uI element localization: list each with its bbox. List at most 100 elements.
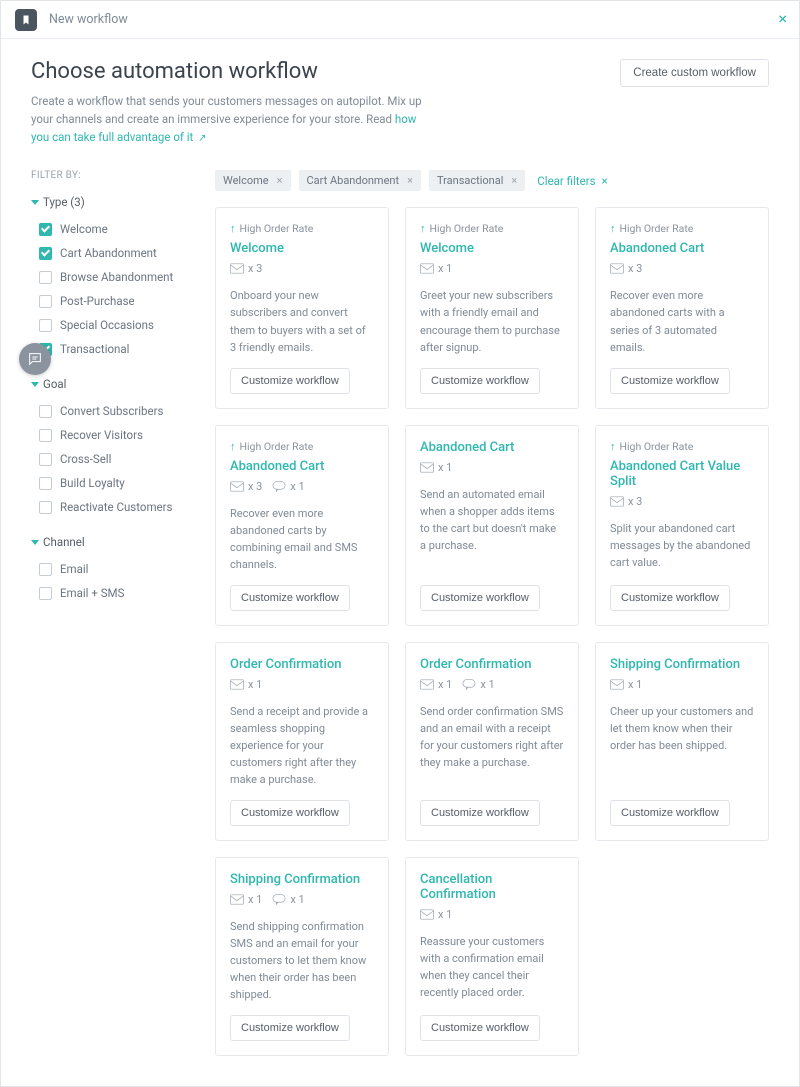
card-meta: x 1 [230,678,374,691]
card-description: Cheer up your customers and let them kno… [610,703,754,788]
envelope-icon [610,263,624,274]
card-description: Split your abandoned cart messages by th… [610,520,754,573]
card-title[interactable]: Abandoned Cart [230,459,374,474]
filter-group-header[interactable]: Goal [31,377,191,391]
filter-item[interactable]: Special Occasions [39,313,191,337]
chip-remove-icon[interactable]: × [407,174,413,187]
card-title[interactable]: Welcome [230,241,374,256]
card-meta: x 3 [610,495,754,508]
card-badge: ↑ High Order Rate [610,222,754,235]
filter-item[interactable]: Email [39,557,191,581]
chip-label: Transactional [437,174,503,187]
card-badge: ↑High Order Rate [230,440,374,453]
customize-workflow-button[interactable]: Customize workflow [610,800,730,826]
card-title[interactable]: Abandoned Cart [610,241,754,256]
envelope-icon [230,481,244,492]
customize-workflow-button[interactable]: Customize workflow [420,585,540,611]
checkbox-icon [39,501,52,514]
filter-chip[interactable]: Cart Abandonment × [299,170,421,191]
card-title[interactable]: Abandoned Cart [420,440,564,455]
workflow-card: ↑High Order RateWelcomex 3Onboard your n… [215,207,389,408]
customize-workflow-button[interactable]: Customize workflow [420,1015,540,1041]
customize-workflow-button[interactable]: Customize workflow [610,585,730,611]
filter-chip[interactable]: Welcome× [215,170,291,191]
filter-item[interactable]: Browse Abandonment [39,265,191,289]
badge-text: High Order Rate [620,222,694,235]
clear-filters-label: Clear filters [537,174,595,188]
checkbox-icon [39,453,52,466]
filter-item-label: Email [60,562,88,576]
workflow-card: Order Confirmationx 1x 1Send order confi… [405,642,579,841]
workflow-card: Cancellation Confirmationx 1Reassure you… [405,857,579,1056]
checkbox-icon [39,295,52,308]
filter-item-label: Convert Subscribers [60,404,163,418]
topbar-title: New workflow [49,12,128,27]
customize-workflow-button[interactable]: Customize workflow [230,800,350,826]
sms-icon [462,679,476,690]
filter-item[interactable]: Post-Purchase [39,289,191,313]
email-count: x 1 [230,893,262,906]
badge-text: High Order Rate [620,440,694,453]
close-icon[interactable]: × [778,11,787,27]
customize-workflow-button[interactable]: Customize workflow [610,368,730,394]
filter-item[interactable]: Recover Visitors [39,423,191,447]
arrow-up-icon: ↑ [610,223,616,234]
card-badge: ↑High Order Rate [230,222,374,235]
create-custom-workflow-button[interactable]: Create custom workflow [620,59,769,87]
topbar: New workflow × [1,1,799,39]
filter-item[interactable]: Reactivate Customers [39,495,191,519]
customize-workflow-button[interactable]: Customize workflow [230,368,350,394]
card-description: Send shipping confirmation SMS and an em… [230,918,374,1003]
email-count: x 1 [610,678,642,691]
workflow-card: Shipping Confirmationx 1x 1Send shipping… [215,857,389,1056]
filter-item-label: Post-Purchase [60,294,135,308]
results-column: Welcome×Cart Abandonment×Transactional×C… [215,170,769,1056]
card-title[interactable]: Welcome [420,241,564,256]
filter-item-label: Cross-Sell [60,452,111,466]
arrow-up-icon: ↑ [230,223,236,234]
filter-item[interactable]: Convert Subscribers [39,399,191,423]
customize-workflow-button[interactable]: Customize workflow [230,1015,350,1041]
chip-remove-icon[interactable]: × [277,174,283,187]
modal-frame: New workflow × Choose automation workflo… [0,0,800,1087]
sms-count: x 1 [272,480,304,493]
card-description: Onboard your new subscribers and convert… [230,287,374,355]
filter-chip[interactable]: Transactional × [429,170,525,191]
card-title[interactable]: Shipping Confirmation [230,872,374,887]
card-description: Reassure your customers with a confirmat… [420,933,564,1003]
filter-by-label: FILTER BY: [31,170,191,181]
customize-workflow-button[interactable]: Customize workflow [230,585,350,611]
caret-down-icon [31,382,39,387]
envelope-icon [610,679,624,690]
customize-workflow-button[interactable]: Customize workflow [420,800,540,826]
filter-item-label: Email + SMS [60,586,124,600]
active-filter-chips: Welcome×Cart Abandonment×Transactional×C… [215,170,769,191]
filter-item[interactable]: Build Loyalty [39,471,191,495]
subtitle-text: Create a workflow that sends your custom… [31,94,422,126]
chat-icon [27,351,43,367]
card-title[interactable]: Abandoned Cart Value Split [610,459,754,489]
filter-item[interactable]: Transactional [39,337,191,361]
card-title[interactable]: Order Confirmation [420,657,564,672]
chat-fab[interactable] [19,343,51,375]
filter-group-header[interactable]: Channel [31,535,191,549]
envelope-icon [230,679,244,690]
card-title[interactable]: Order Confirmation [230,657,374,672]
envelope-icon [420,909,434,920]
card-title[interactable]: Shipping Confirmation [610,657,754,672]
card-meta: x 1 [420,262,564,275]
clear-filters-link[interactable]: Clear filters× [537,174,607,188]
filter-item[interactable]: Cross-Sell [39,447,191,471]
arrow-up-icon: ↑ [420,223,426,234]
card-title[interactable]: Cancellation Confirmation [420,872,564,902]
email-count: x 1 [420,678,452,691]
filter-item[interactable]: Cart Abandonment [39,241,191,265]
filter-item[interactable]: Welcome [39,217,191,241]
chip-label: Cart Abandonment [307,174,400,187]
customize-workflow-button[interactable]: Customize workflow [420,368,540,394]
chip-remove-icon[interactable]: × [511,174,517,187]
workflow-card: Shipping Confirmation x 1 Cheer up your cu… [595,642,769,841]
filter-group-header[interactable]: Type (3) [31,195,191,209]
filter-item[interactable]: Email + SMS [39,581,191,605]
card-meta: x 1 [420,461,564,474]
